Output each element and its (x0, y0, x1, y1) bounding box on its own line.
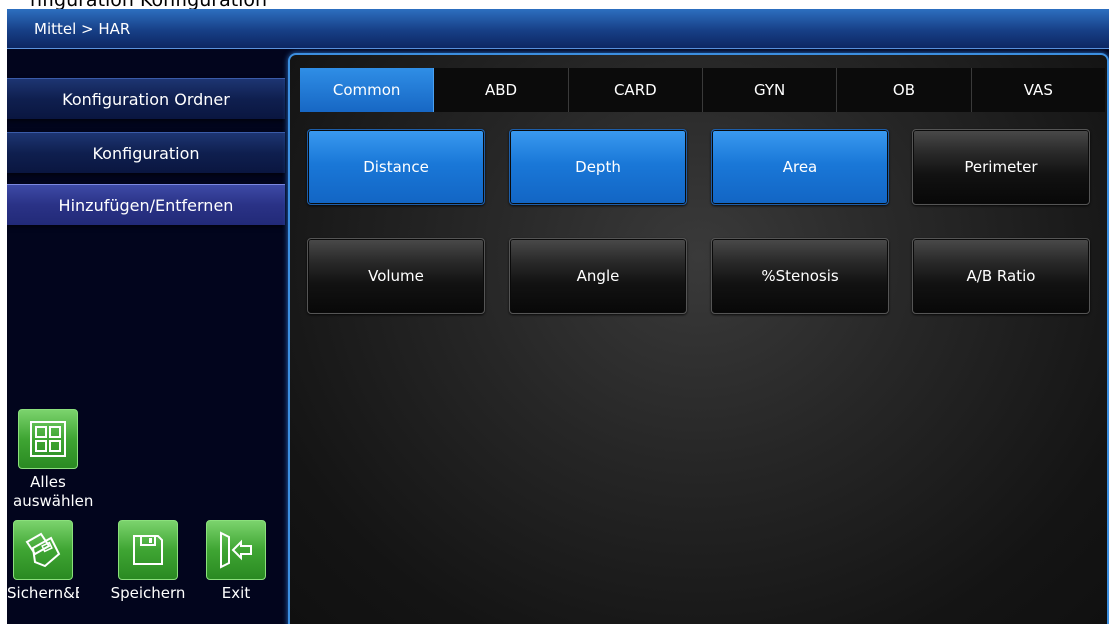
save-button[interactable]: Speichern (108, 520, 188, 603)
tab-abd[interactable]: ABD (434, 68, 569, 112)
tab-label: OB (892, 81, 916, 99)
measure-label: Angle (576, 267, 620, 285)
select-all-label: Alles auswählen (13, 473, 94, 510)
measure-ab-ratio-button[interactable]: A/B Ratio (912, 238, 1090, 314)
menu-item-label: Konfiguration (92, 143, 200, 163)
menu-item-label: Hinzufügen/Entfernen (58, 195, 234, 215)
measure-label: Depth (575, 158, 621, 176)
tab-card[interactable]: CARD (568, 68, 703, 112)
measure-angle-button[interactable]: Angle (509, 238, 687, 314)
measure-label: %Stenosis (761, 267, 839, 285)
tab-label: ABD (484, 81, 518, 99)
app-window: Mittel > HAR Konfiguration Ordner Konfig… (7, 9, 1109, 624)
menu-item-label: Konfiguration Ordner (62, 89, 230, 109)
measure-label: Perimeter (964, 158, 1038, 176)
select-all-grid-icon (18, 409, 78, 469)
save-exit-icon (13, 520, 73, 580)
menu-item-hinzufuegen-entfernen[interactable]: Hinzufügen/Entfernen (7, 184, 285, 225)
category-tabs: Common ABD CARD GYN OB VAS (300, 68, 1105, 112)
exit-label: Exit (221, 584, 251, 602)
measure-label: Volume (368, 267, 424, 285)
select-all-button[interactable]: Alles auswählen (13, 409, 94, 511)
floppy-disk-icon (118, 520, 178, 580)
measure-perimeter-button[interactable]: Perimeter (912, 129, 1090, 205)
measure-volume-button[interactable]: Volume (307, 238, 485, 314)
tab-label: CARD (613, 81, 657, 99)
menu-item-konfiguration-ordner[interactable]: Konfiguration Ordner (7, 78, 285, 119)
tab-vas[interactable]: VAS (971, 68, 1105, 112)
exit-arrow-icon (206, 520, 266, 580)
tab-label: GYN (754, 81, 786, 99)
save-label: Speichern (110, 584, 186, 602)
tab-label: VAS (1023, 81, 1053, 99)
measure-label: Distance (363, 158, 429, 176)
tab-gyn[interactable]: GYN (702, 68, 838, 112)
menu-item-konfiguration[interactable]: Konfiguration (7, 132, 285, 173)
measure-distance-button[interactable]: Distance (307, 129, 485, 205)
exit-button[interactable]: Exit (201, 520, 271, 603)
measure-label: Area (782, 158, 818, 176)
measure-depth-button[interactable]: Depth (509, 129, 687, 205)
measure-label: A/B Ratio (966, 267, 1036, 285)
measurement-panel: Common ABD CARD GYN OB VAS Distance Dept… (288, 53, 1109, 624)
tab-ob[interactable]: OB (837, 68, 972, 112)
title-bar: Mittel > HAR (7, 9, 1109, 49)
window-title-fragment: nfiguration Konfiguration (30, 0, 267, 9)
tab-label: Common (332, 81, 401, 99)
measure-stenosis-button[interactable]: %Stenosis (711, 238, 889, 314)
save-exit-button[interactable]: Sichern&Exit (7, 520, 79, 603)
tab-common[interactable]: Common (300, 68, 435, 112)
save-exit-label: Sichern&Exit (7, 584, 79, 602)
measure-area-button[interactable]: Area (711, 129, 889, 205)
breadcrumb: Mittel > HAR (34, 20, 131, 38)
